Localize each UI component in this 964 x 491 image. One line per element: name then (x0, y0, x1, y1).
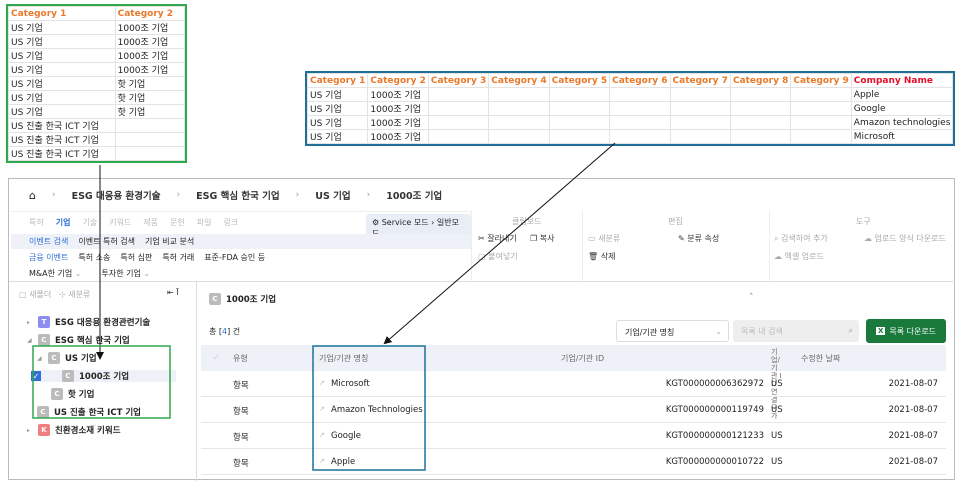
highlight-box (32, 345, 171, 419)
annotation-overlay (32, 142, 616, 471)
highlight-box (312, 345, 426, 471)
arrow-line (383, 142, 616, 345)
